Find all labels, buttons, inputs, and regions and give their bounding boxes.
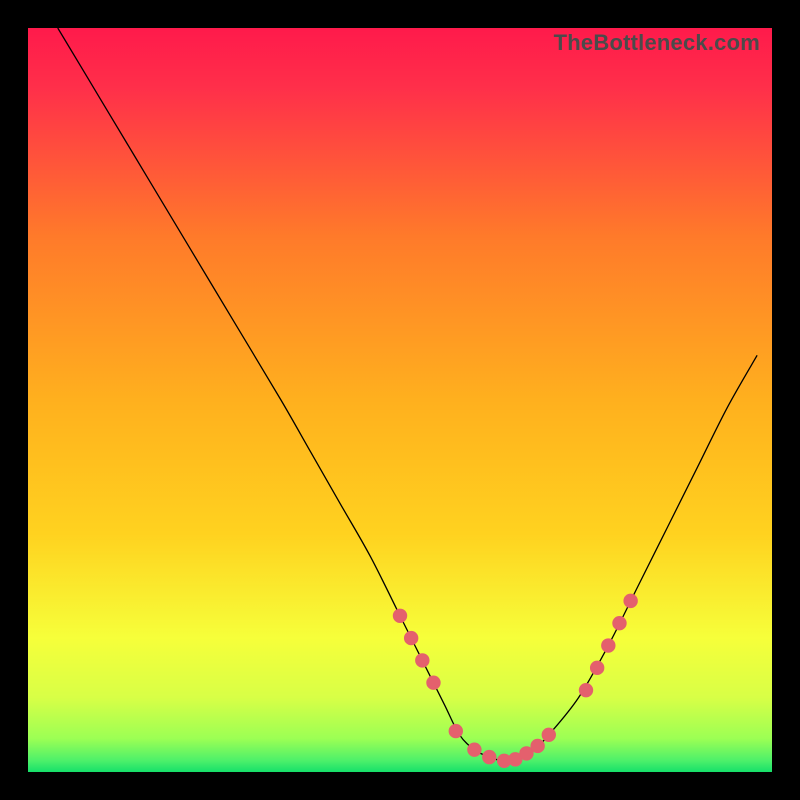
highlight-dot [613, 617, 626, 630]
highlight-dot [602, 639, 615, 652]
chart-overlay [28, 28, 772, 772]
highlight-dot [624, 594, 637, 607]
highlight-dot [404, 631, 417, 644]
highlight-dot [579, 683, 592, 696]
highlight-dot [393, 609, 406, 622]
outer-black-frame: TheBottleneck.com [0, 0, 800, 800]
watermark-text: TheBottleneck.com [554, 32, 760, 54]
highlight-dot [483, 750, 496, 763]
highlight-dot [542, 728, 555, 741]
highlight-dot [449, 724, 462, 737]
highlight-dot [590, 661, 603, 674]
highlight-dot [468, 743, 481, 756]
highlight-dot [416, 654, 429, 667]
bottleneck-curve [58, 28, 757, 761]
highlight-dot [531, 739, 544, 752]
plot-area: TheBottleneck.com [28, 28, 772, 772]
highlight-dot [427, 676, 440, 689]
highlight-dots [393, 594, 637, 767]
